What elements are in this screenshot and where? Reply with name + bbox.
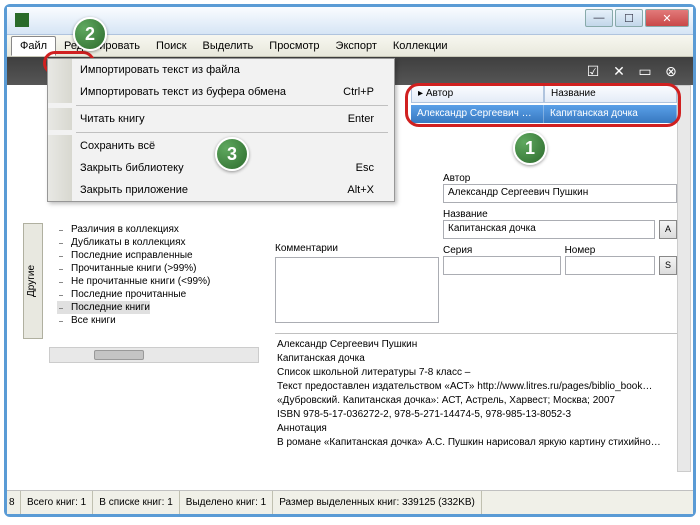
tree-item[interactable]: Различия в коллекциях	[57, 223, 255, 236]
check-icon[interactable]: ☑	[583, 61, 603, 81]
minimize-button[interactable]: —	[585, 9, 613, 27]
tree-item[interactable]: Прочитанные книги (>99%)	[57, 262, 255, 275]
book-row-selected[interactable]: Александр Сергеевич Пу… Капитанская дочк…	[411, 105, 677, 123]
tree-item[interactable]: Последние прочитанные	[57, 288, 255, 301]
tree-item-selected[interactable]: Последние книги	[57, 301, 150, 314]
tree-item[interactable]: Все книги	[57, 314, 255, 327]
statusbar: 8 Всего книг: 1 В списке книг: 1 Выделен…	[7, 490, 693, 514]
menu-collections[interactable]: Коллекции	[385, 37, 456, 55]
number-label: Номер	[565, 245, 655, 256]
menu-import-clipboard[interactable]: Импортировать текст из буфера обменаCtrl…	[48, 81, 394, 103]
scrollbar-thumb[interactable]	[94, 350, 144, 360]
author-label: Автор	[443, 173, 677, 184]
app-icon	[15, 13, 29, 27]
menu-select[interactable]: Выделить	[195, 37, 262, 55]
menu-file[interactable]: Файл	[11, 36, 56, 56]
status-total: Всего книг: 1	[21, 491, 93, 514]
status-lead: 8	[7, 491, 21, 514]
side-tab-other[interactable]: Другие	[23, 223, 43, 339]
tree-scrollbar[interactable]	[49, 347, 259, 363]
column-title[interactable]: Название	[544, 85, 677, 103]
menu-import-file[interactable]: Импортировать текст из файла	[48, 59, 394, 81]
comments-field[interactable]	[275, 257, 439, 323]
status-selected: Выделено книг: 1	[180, 491, 273, 514]
tree: Различия в коллекциях Дубликаты в коллек…	[57, 223, 255, 327]
vertical-scrollbar[interactable]	[677, 85, 691, 472]
series-label: Серия	[443, 245, 561, 256]
title-label: Название	[443, 209, 655, 220]
title-field[interactable]: Капитанская дочка	[443, 220, 655, 239]
menu-view[interactable]: Просмотр	[261, 37, 327, 55]
x-icon[interactable]: ✕	[609, 61, 629, 81]
row-author: Александр Сергеевич Пу…	[411, 105, 544, 123]
menu-search[interactable]: Поиск	[148, 37, 194, 55]
s-button[interactable]: S	[659, 256, 677, 275]
menubar: Файл Редактировать Поиск Выделить Просмо…	[7, 35, 693, 57]
close-button[interactable]: ✕	[645, 9, 689, 27]
badge-3: 3	[215, 137, 249, 171]
titlebar: — ☐ ✕	[7, 7, 693, 35]
maximize-button[interactable]: ☐	[615, 9, 643, 27]
tree-item[interactable]: Не прочитанные книги (<99%)	[57, 275, 255, 288]
tree-item[interactable]: Дубликаты в коллекциях	[57, 236, 255, 249]
tree-item[interactable]: Последние исправленные	[57, 249, 255, 262]
menu-close-app[interactable]: Закрыть приложениеAlt+X	[48, 179, 394, 201]
column-author[interactable]: ▸ Автор	[411, 85, 544, 103]
a-button[interactable]: A	[659, 220, 677, 239]
window-icon[interactable]: ▭	[635, 61, 655, 81]
comments-label: Комментарии	[275, 243, 338, 254]
status-size: Размер выделенных книг: 339125 (332KB)	[273, 491, 482, 514]
menu-read-book[interactable]: Читать книгуEnter	[48, 108, 394, 130]
number-field[interactable]	[565, 256, 655, 275]
close-panel-icon[interactable]: ⊗	[661, 61, 681, 81]
details-panel: Александр Сергеевич Пушкин Капитанская д…	[275, 333, 677, 472]
status-inlist: В списке книг: 1	[93, 491, 180, 514]
badge-1: 1	[513, 131, 547, 165]
author-field[interactable]: Александр Сергеевич Пушкин	[443, 184, 677, 203]
row-title: Капитанская дочка	[544, 105, 677, 123]
series-field[interactable]	[443, 256, 561, 275]
file-menu-dropdown: Импортировать текст из файла Импортирова…	[47, 58, 395, 202]
menu-export[interactable]: Экспорт	[328, 37, 385, 55]
badge-2: 2	[73, 17, 107, 51]
